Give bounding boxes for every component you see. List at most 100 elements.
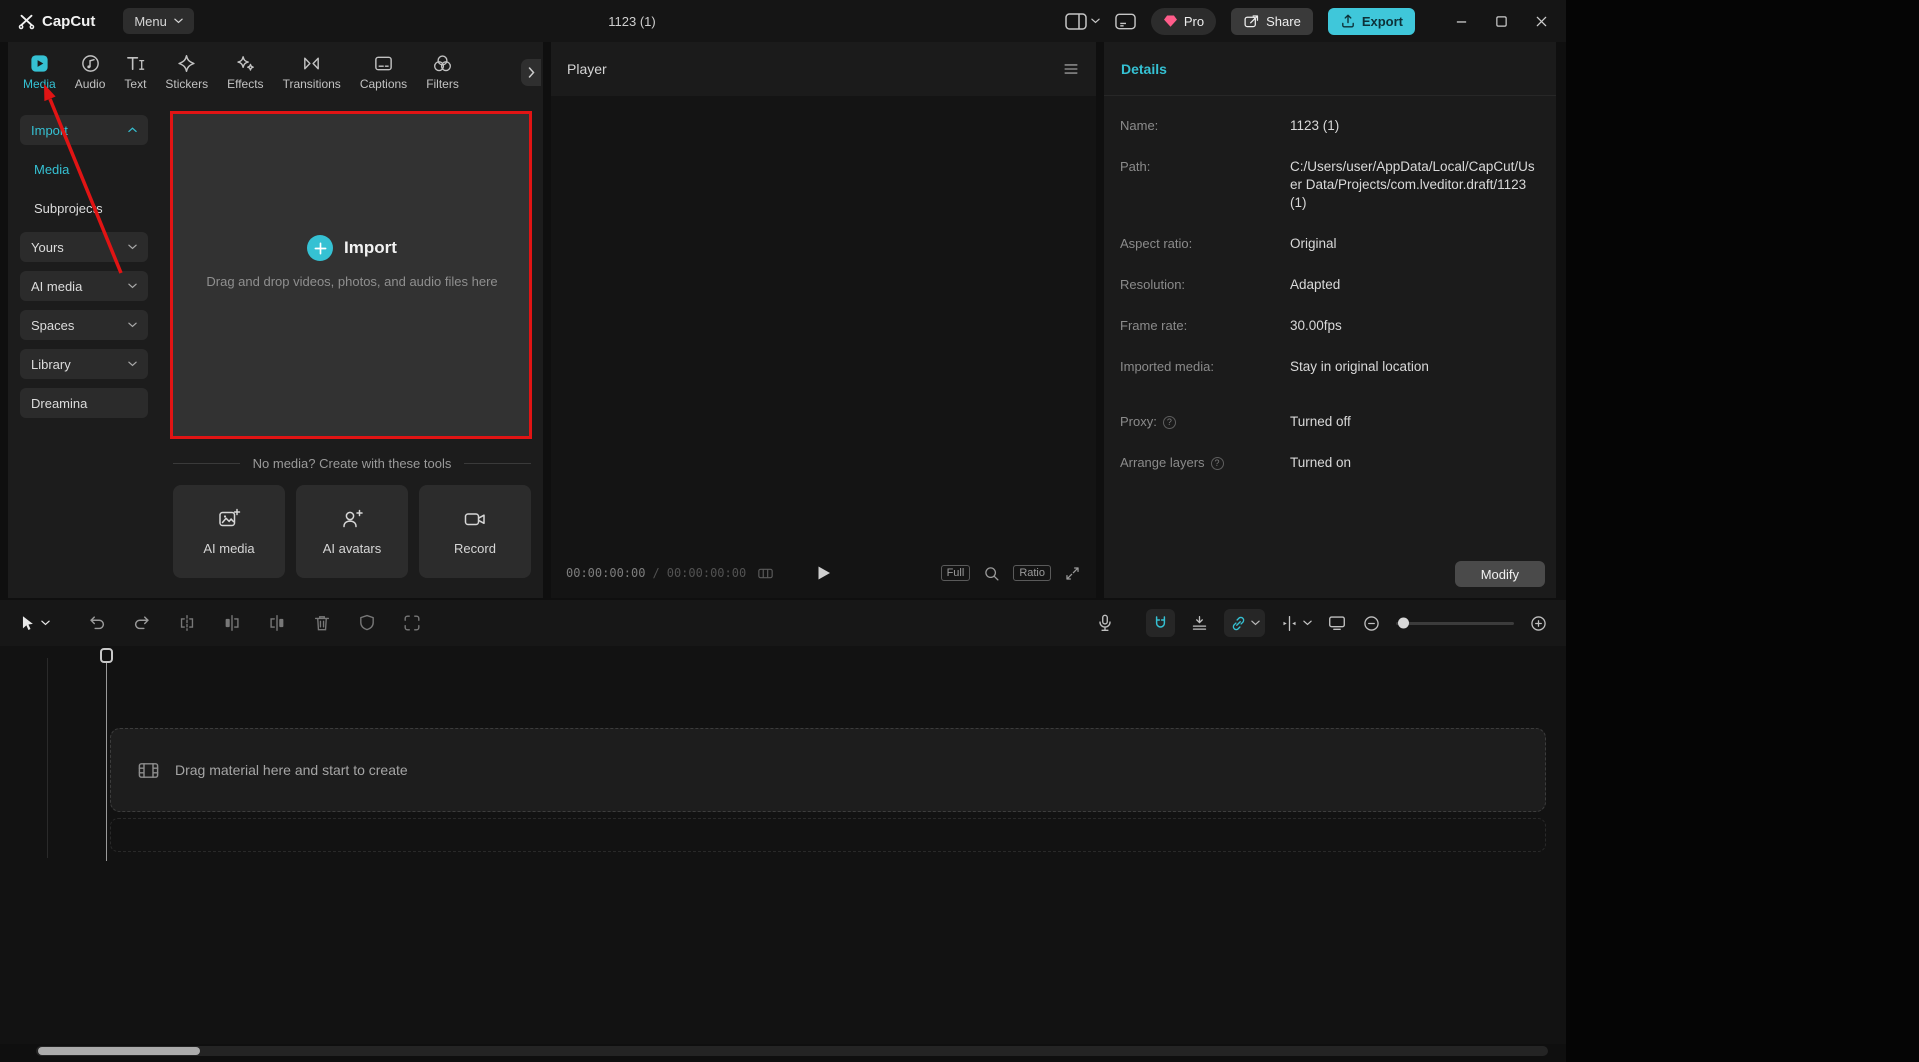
detail-value: Stay in original location	[1290, 358, 1540, 376]
sidebar-item-media[interactable]: Media	[20, 154, 148, 184]
tab-label: Effects	[227, 77, 263, 91]
import-title-row: Import	[307, 235, 397, 261]
tab-audio[interactable]: Audio	[75, 53, 106, 91]
player-panel: Player 00:00:00:00 / 00:00:00:00 Full	[551, 42, 1096, 598]
ai-avatars-button[interactable]: AI avatars	[296, 485, 408, 578]
share-label: Share	[1266, 14, 1301, 29]
plus-icon	[307, 235, 333, 261]
detail-row-name: Name: 1123 (1)	[1120, 117, 1540, 135]
maximize-button[interactable]	[1484, 6, 1518, 36]
preview-axis-button[interactable]	[1280, 614, 1312, 633]
magnetic-toggle-button[interactable]	[1146, 609, 1175, 637]
play-button[interactable]	[816, 565, 831, 581]
tab-transitions[interactable]: Transitions	[283, 53, 341, 91]
zoom-slider-handle[interactable]	[1398, 618, 1409, 629]
playhead-handle[interactable]	[100, 648, 113, 663]
timecode-separator: /	[652, 566, 659, 580]
sidebar-item-yours[interactable]: Yours	[20, 232, 148, 262]
ai-media-button[interactable]: AI media	[173, 485, 285, 578]
link-icon	[1229, 614, 1248, 633]
chevron-down-icon	[174, 18, 183, 24]
captions-icon	[373, 53, 394, 74]
export-label: Export	[1362, 14, 1403, 29]
undo-button[interactable]	[87, 613, 107, 633]
tab-label: Captions	[360, 77, 407, 91]
auto-snap-icon[interactable]	[1190, 614, 1209, 633]
sidebar-item-library[interactable]: Library	[20, 349, 148, 379]
tab-captions[interactable]: Captions	[360, 53, 407, 91]
timeline-toolbar-right	[1095, 609, 1548, 637]
delete-right-icon[interactable]	[267, 613, 287, 633]
split-icon[interactable]	[177, 613, 197, 633]
sidebar-item-import[interactable]: Import	[20, 115, 148, 145]
delete-icon[interactable]	[312, 613, 332, 633]
close-button[interactable]	[1524, 6, 1558, 36]
sidebar-item-subprojects[interactable]: Subprojects	[20, 193, 148, 223]
mask-icon[interactable]	[357, 613, 377, 633]
timeline-scrollbar[interactable]	[36, 1046, 1548, 1056]
preview-zoom-icon[interactable]	[983, 565, 1000, 582]
select-tool-button[interactable]	[18, 614, 50, 632]
tabs-scroll-right-button[interactable]	[521, 59, 541, 86]
pro-diamond-icon	[1163, 14, 1178, 28]
window-controls	[1444, 6, 1558, 36]
chevron-down-icon	[128, 322, 137, 328]
crop-frame-icon[interactable]	[402, 613, 422, 633]
media-sidebar: Import Media Subprojects Yours	[8, 96, 160, 598]
help-icon[interactable]	[1163, 416, 1176, 429]
details-footer: Modify	[1104, 550, 1556, 598]
timeline-scrollbar-handle[interactable]	[38, 1047, 200, 1055]
share-button[interactable]: Share	[1231, 8, 1313, 35]
chevron-right-icon	[528, 67, 535, 78]
layout-toggle-button[interactable]	[1065, 13, 1100, 30]
sidebar-item-ai-media[interactable]: AI media	[20, 271, 148, 301]
voiceover-mic-icon[interactable]	[1095, 613, 1115, 633]
timeline-dropzone[interactable]: Drag material here and start to create	[110, 728, 1546, 812]
delete-left-icon[interactable]	[222, 613, 242, 633]
project-title: 1123 (1)	[608, 0, 655, 42]
timeline-zoom-slider[interactable]	[1396, 622, 1514, 625]
player-header: Player	[551, 42, 1096, 96]
chevron-down-icon	[1303, 620, 1312, 626]
sidebar-item-label: Subprojects	[34, 201, 103, 216]
sidebar-item-spaces[interactable]: Spaces	[20, 310, 148, 340]
maximize-icon	[1495, 15, 1508, 28]
player-menu-icon[interactable]	[1062, 60, 1080, 78]
detail-row-path: Path: C:/Users/user/AppData/Local/CapCut…	[1120, 158, 1540, 212]
tab-text[interactable]: Text	[124, 53, 146, 91]
zoom-out-icon[interactable]	[1362, 614, 1381, 633]
frame-grid-icon[interactable]	[757, 566, 774, 581]
workspace-layout-button[interactable]	[1115, 13, 1136, 30]
record-button[interactable]: Record	[419, 485, 531, 578]
tool-cards: AI media AI avatars Record	[173, 485, 531, 578]
modify-button[interactable]: Modify	[1455, 561, 1545, 587]
ratio-button[interactable]: Ratio	[1013, 565, 1051, 581]
redo-button[interactable]	[132, 613, 152, 633]
media-tabs: Media Audio Text Stickers	[8, 42, 543, 96]
fullscreen-icon[interactable]	[1064, 565, 1081, 582]
pro-button[interactable]: Pro	[1151, 8, 1216, 35]
menu-button[interactable]: Menu	[123, 8, 194, 34]
tab-stickers[interactable]: Stickers	[165, 53, 208, 91]
import-dropzone[interactable]: Import Drag and drop videos, photos, and…	[173, 113, 531, 439]
detail-value: 1123 (1)	[1290, 117, 1540, 135]
player-view-controls: Full Ratio	[941, 565, 1081, 582]
capcut-logo-icon	[18, 13, 35, 30]
detail-label: Name:	[1120, 118, 1158, 133]
detail-label: Frame rate:	[1120, 318, 1187, 333]
sidebar-item-dreamina[interactable]: Dreamina	[20, 388, 148, 418]
tool-card-label: AI media	[203, 541, 254, 556]
tab-media[interactable]: Media	[23, 53, 56, 91]
zoom-in-icon[interactable]	[1529, 614, 1548, 633]
cursor-icon	[18, 614, 36, 632]
playhead[interactable]	[100, 648, 113, 663]
tab-label: Stickers	[165, 77, 208, 91]
minimize-button[interactable]	[1444, 6, 1478, 36]
linking-toggle-button[interactable]	[1224, 609, 1265, 637]
export-button[interactable]: Export	[1328, 8, 1415, 35]
help-icon[interactable]	[1211, 457, 1224, 470]
tab-effects[interactable]: Effects	[227, 53, 263, 91]
tab-filters[interactable]: Filters	[426, 53, 459, 91]
preview-display-icon[interactable]	[1327, 613, 1347, 633]
full-quality-button[interactable]: Full	[941, 565, 971, 581]
